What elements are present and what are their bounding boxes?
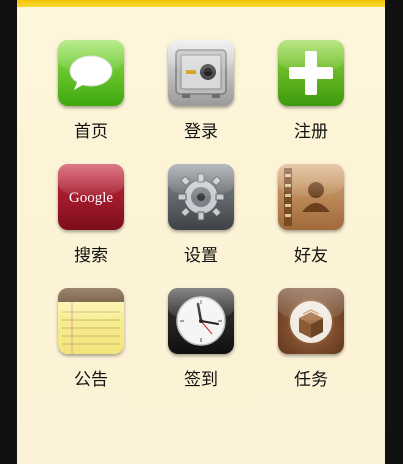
menu-item-label: 任务 bbox=[294, 370, 328, 390]
clock-icon bbox=[168, 288, 234, 354]
menu-item-task[interactable]: 任务 bbox=[256, 288, 366, 398]
contacts-book-icon bbox=[278, 164, 344, 230]
google-icon: Google bbox=[58, 164, 124, 230]
menu-item-register[interactable]: 注册 bbox=[256, 40, 366, 150]
plus-icon bbox=[278, 40, 344, 106]
menu-item-label: 登录 bbox=[184, 122, 218, 142]
top-accent-bar bbox=[17, 0, 385, 7]
speech-bubble-icon bbox=[58, 40, 124, 106]
cydia-box-icon bbox=[278, 288, 344, 354]
notepad-icon bbox=[58, 288, 124, 354]
menu-item-label: 设置 bbox=[184, 246, 218, 266]
menu-item-notice[interactable]: 公告 bbox=[36, 288, 146, 398]
menu-item-friends[interactable]: 好友 bbox=[256, 164, 366, 274]
google-icon-text: Google bbox=[69, 190, 114, 206]
menu-item-label: 首页 bbox=[74, 122, 108, 142]
menu-item-label: 好友 bbox=[294, 246, 328, 266]
menu-item-login[interactable]: 登录 bbox=[146, 40, 256, 150]
menu-item-label: 签到 bbox=[184, 370, 218, 390]
menu-item-home[interactable]: 首页 bbox=[36, 40, 146, 150]
gears-icon bbox=[168, 164, 234, 230]
menu-item-label: 搜索 bbox=[74, 246, 108, 266]
menu-item-label: 注册 bbox=[294, 122, 328, 142]
device-frame-right bbox=[385, 0, 403, 464]
menu-item-search[interactable]: Google 搜索 bbox=[36, 164, 146, 274]
device-frame-left bbox=[0, 0, 17, 464]
menu-item-settings[interactable]: 设置 bbox=[146, 164, 256, 274]
menu-item-label: 公告 bbox=[74, 370, 108, 390]
app-screen: 首页 登录 注册 Google 搜索 设置 好友 公告 签到 任务 bbox=[17, 0, 385, 464]
menu-item-checkin[interactable]: 签到 bbox=[146, 288, 256, 398]
safe-icon bbox=[168, 40, 234, 106]
